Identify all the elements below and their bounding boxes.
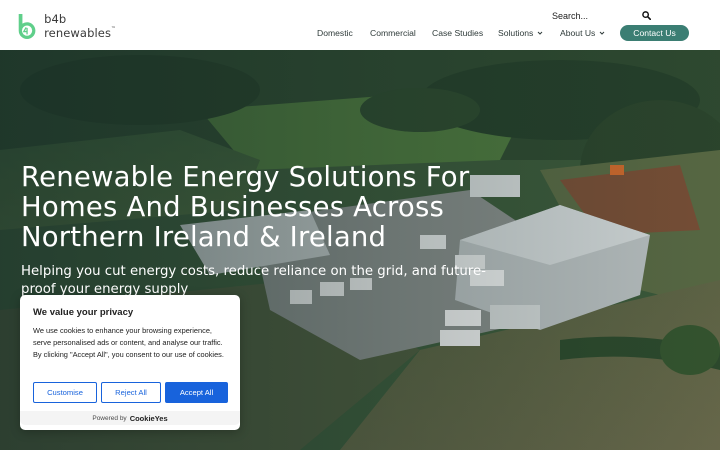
chevron-down-icon — [600, 31, 605, 35]
hero-title: Renewable Energy Solutions For Homes And… — [21, 161, 470, 253]
search-bar — [544, 7, 662, 24]
search-button[interactable] — [638, 8, 654, 24]
search-icon — [641, 11, 651, 20]
nav-item-label: Case Studies — [432, 28, 484, 38]
nav-item-label: Commercial — [370, 28, 416, 38]
chevron-down-icon — [538, 31, 543, 35]
cookieyes-logo[interactable]: CookieYes — [130, 414, 168, 423]
nav-item-label: Domestic — [317, 28, 353, 38]
hero-subtitle: Helping you cut energy costs, reduce rel… — [21, 264, 486, 297]
nav-item-case-studies[interactable]: Case Studies — [432, 26, 483, 40]
site-header: b4b renewables™ Domestic Commercial Case… — [0, 0, 720, 50]
nav-item-label: About Us — [560, 28, 596, 38]
nav-item-commercial[interactable]: Commercial — [370, 26, 416, 40]
reject-all-button[interactable]: Reject All — [101, 382, 161, 403]
powered-by: Powered by CookieYes — [20, 411, 240, 425]
search-input[interactable] — [544, 10, 636, 21]
accept-all-button[interactable]: Accept All — [165, 382, 228, 403]
nav-item-label: Solutions — [498, 28, 534, 38]
cookie-description: We use cookies to enhance your browsing … — [33, 326, 224, 359]
nav-item-solutions[interactable]: Solutions — [498, 26, 543, 40]
customise-button[interactable]: Customise — [33, 382, 97, 403]
cookie-consent-dialog: We value your privacy We use cookies to … — [20, 295, 240, 430]
nav-item-about-us[interactable]: About Us — [560, 26, 605, 40]
contact-us-button[interactable]: Contact Us — [620, 25, 689, 41]
nav-item-domestic[interactable]: Domestic — [317, 26, 353, 40]
main-nav: Domestic Commercial Case Studies Solutio… — [0, 26, 720, 40]
cookie-title: We value your privacy — [33, 307, 134, 318]
powered-by-label: Powered by — [92, 414, 127, 422]
